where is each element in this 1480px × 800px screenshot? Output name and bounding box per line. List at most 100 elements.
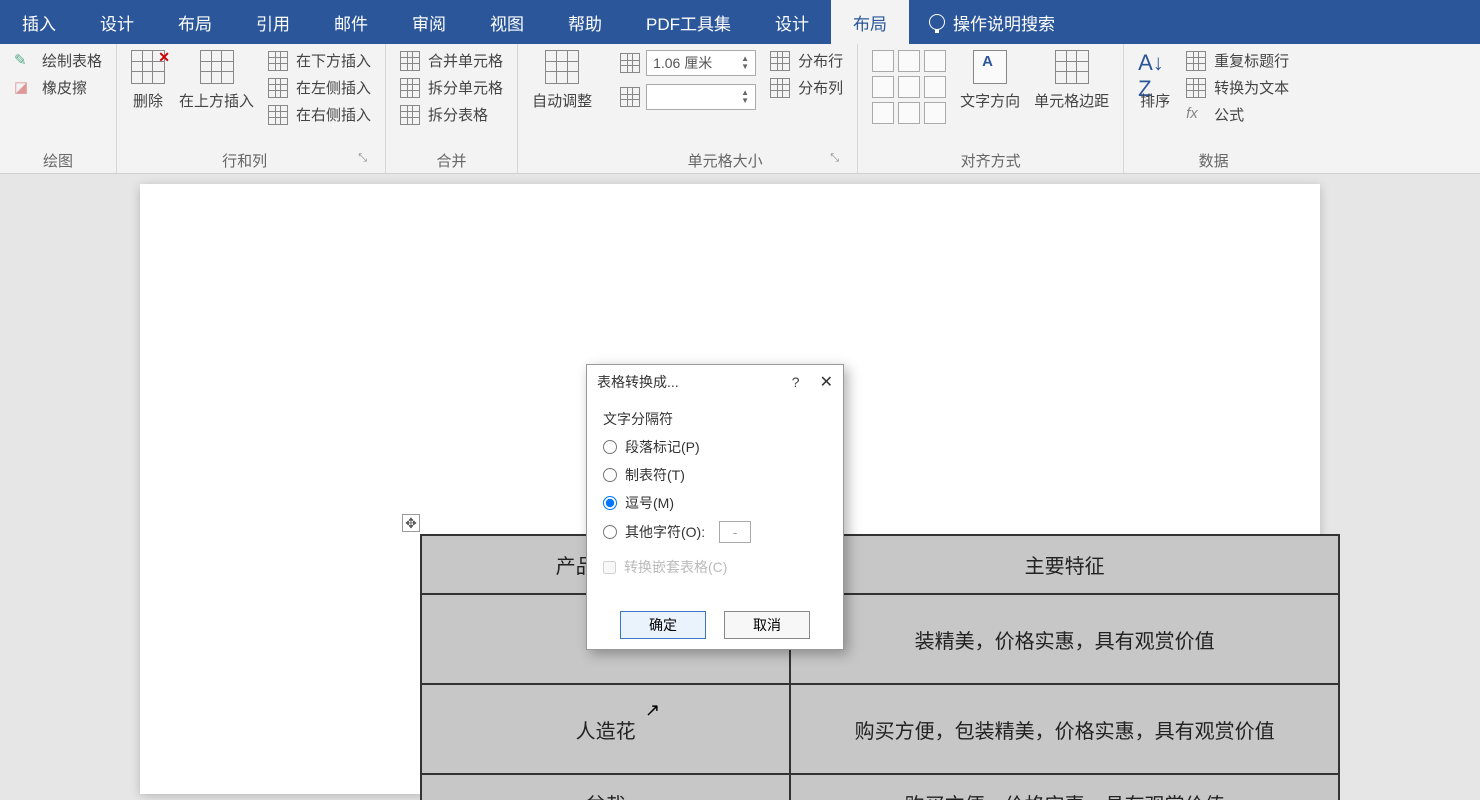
repeat-header-icon [1186, 51, 1206, 71]
split-table-button[interactable]: 拆分表格 [400, 104, 503, 125]
col-width-control[interactable]: ▲▼ [620, 84, 756, 110]
convert-table-dialog: 表格转换成... ? ✕ 文字分隔符 段落标记(P) 制表符(T) 逗号(M) … [586, 364, 844, 650]
radio-comma[interactable]: 逗号(M) [603, 493, 827, 513]
distribute-rows-button[interactable]: 分布行 [770, 50, 843, 71]
tab-review[interactable]: 审阅 [390, 0, 468, 44]
tab-insert[interactable]: 插入 [0, 0, 78, 44]
insert-above-icon [200, 50, 234, 84]
radio-tab-label: 制表符(T) [625, 465, 685, 485]
merge-cells-label: 合并单元格 [428, 50, 503, 71]
table-row[interactable]: 产品或服务 主要特征 [421, 535, 1339, 594]
dist-cols-icon [770, 78, 790, 98]
radio-other[interactable]: 其他字符(O): [603, 521, 827, 543]
spinner-icon[interactable]: ▲▼ [741, 89, 749, 105]
insert-left-label: 在左侧插入 [296, 77, 371, 98]
document-area: ✥ 产品或服务 主要特征 花束 装精美，价格实惠，具有观赏价值 人造花 购买方便… [0, 174, 1480, 800]
distribute-cols-button[interactable]: 分布列 [770, 77, 843, 98]
bulb-icon [929, 14, 945, 30]
table-cell[interactable]: 购买方便，价格实惠，具有观赏价值 [790, 774, 1339, 800]
tab-pdf[interactable]: PDF工具集 [624, 0, 753, 44]
autofit-button[interactable]: 自动调整 [532, 50, 592, 111]
tab-table-layout[interactable]: 布局 [831, 0, 909, 44]
tab-help[interactable]: 帮助 [546, 0, 624, 44]
split-cells-button[interactable]: 拆分单元格 [400, 77, 503, 98]
convert-to-text-button[interactable]: 转换为文本 [1186, 77, 1289, 98]
radio-paragraph[interactable]: 段落标记(P) [603, 437, 827, 457]
alignment-grid[interactable] [872, 50, 946, 124]
other-char-input[interactable] [719, 521, 751, 543]
tab-view[interactable]: 视图 [468, 0, 546, 44]
row-height-input[interactable]: 1.06 厘米▲▼ [646, 50, 756, 76]
text-direction-icon: A [973, 50, 1007, 84]
pencil-icon [14, 51, 34, 71]
table-row[interactable]: 花束 装精美，价格实惠，具有观赏价值 [421, 594, 1339, 684]
sort-button[interactable]: A↓Z排序 [1138, 50, 1172, 111]
dialog-titlebar[interactable]: 表格转换成... ? ✕ [587, 365, 843, 399]
tab-table-design[interactable]: 设计 [753, 0, 831, 44]
eraser-button[interactable]: 橡皮擦 [14, 77, 102, 98]
content-table[interactable]: 产品或服务 主要特征 花束 装精美，价格实惠，具有观赏价值 人造花 购买方便，包… [420, 534, 1340, 800]
cell-margins-icon [1055, 50, 1089, 84]
cancel-button[interactable]: 取消 [724, 611, 810, 639]
insert-above-label: 在上方插入 [179, 90, 254, 111]
cell-size-launcher[interactable]: ⤡ [830, 152, 843, 165]
insert-above-button[interactable]: 在上方插入 [179, 50, 254, 111]
split-icon [400, 78, 420, 98]
table-move-handle[interactable]: ✥ [402, 514, 420, 532]
text-direction-button[interactable]: A 文字方向 [960, 50, 1020, 111]
spinner-icon[interactable]: ▲▼ [741, 55, 749, 71]
autofit-icon [545, 50, 579, 84]
col-width-input[interactable]: ▲▼ [646, 84, 756, 110]
formula-label: 公式 [1214, 104, 1244, 125]
sort-label: 排序 [1140, 90, 1170, 111]
insert-right-button[interactable]: 在右侧插入 [268, 104, 371, 125]
text-direction-label: 文字方向 [960, 90, 1020, 111]
cell-margins-label: 单元格边距 [1034, 90, 1109, 111]
delete-label: 删除 [133, 90, 163, 111]
convert-text-label: 转换为文本 [1214, 77, 1289, 98]
eraser-label: 橡皮擦 [42, 77, 87, 98]
insert-left-icon [268, 78, 288, 98]
radio-other-label: 其他字符(O): [625, 522, 705, 542]
row-height-control[interactable]: 1.06 厘米▲▼ [620, 50, 756, 76]
formula-icon: fx [1186, 105, 1206, 125]
help-icon[interactable]: ? [792, 374, 800, 390]
group-autofit: 自动调整 [518, 44, 606, 173]
dialog-title: 表格转换成... [597, 372, 679, 392]
radio-comma-label: 逗号(M) [625, 493, 674, 513]
formula-button[interactable]: fx 公式 [1186, 104, 1289, 125]
insert-below-button[interactable]: 在下方插入 [268, 50, 371, 71]
close-icon[interactable]: ✕ [820, 372, 833, 392]
tell-me-label: 操作说明搜索 [953, 10, 1055, 35]
split-cells-label: 拆分单元格 [428, 77, 503, 98]
dist-rows-icon [770, 51, 790, 71]
group-merge-label: 合并 [400, 146, 503, 171]
merge-cells-button[interactable]: 合并单元格 [400, 50, 503, 71]
table-cell[interactable]: 装精美，价格实惠，具有观赏价值 [790, 594, 1339, 684]
table-header-cell[interactable]: 主要特征 [790, 535, 1339, 594]
rows-cols-launcher[interactable]: ⤡ [358, 152, 371, 165]
table-cell[interactable]: 人造花 [421, 684, 790, 774]
cell-margins-button[interactable]: 单元格边距 [1034, 50, 1109, 111]
insert-left-button[interactable]: 在左侧插入 [268, 77, 371, 98]
table-row[interactable]: 盆栽 购买方便，价格实惠，具有观赏价值 [421, 774, 1339, 800]
radio-tab[interactable]: 制表符(T) [603, 465, 827, 485]
dist-rows-label: 分布行 [798, 50, 843, 71]
repeat-header-button[interactable]: 重复标题行 [1186, 50, 1289, 71]
height-icon [620, 53, 640, 73]
tab-references[interactable]: 引用 [234, 0, 312, 44]
table-row[interactable]: 人造花 购买方便，包装精美，价格实惠，具有观赏价值 [421, 684, 1339, 774]
delete-button[interactable]: 删除 [131, 50, 165, 111]
tab-mailings[interactable]: 邮件 [312, 0, 390, 44]
table-cell[interactable]: 购买方便，包装精美，价格实惠，具有观赏价值 [790, 684, 1339, 774]
group-rows-cols: 删除 在上方插入 在下方插入 在左侧插入 在右侧插入 行和列⤡ [117, 44, 386, 173]
tab-layout[interactable]: 布局 [156, 0, 234, 44]
draw-table-button[interactable]: 绘制表格 [14, 50, 102, 71]
group-autofit-label [532, 167, 592, 171]
tab-design[interactable]: 设计 [78, 0, 156, 44]
table-cell[interactable]: 盆栽 [421, 774, 790, 800]
ok-button[interactable]: 确定 [620, 611, 706, 639]
tell-me-search[interactable]: 操作说明搜索 [929, 10, 1055, 35]
group-cell-size-label: 单元格大小 [620, 146, 830, 171]
group-draw: 绘制表格 橡皮擦 绘图 [0, 44, 117, 173]
